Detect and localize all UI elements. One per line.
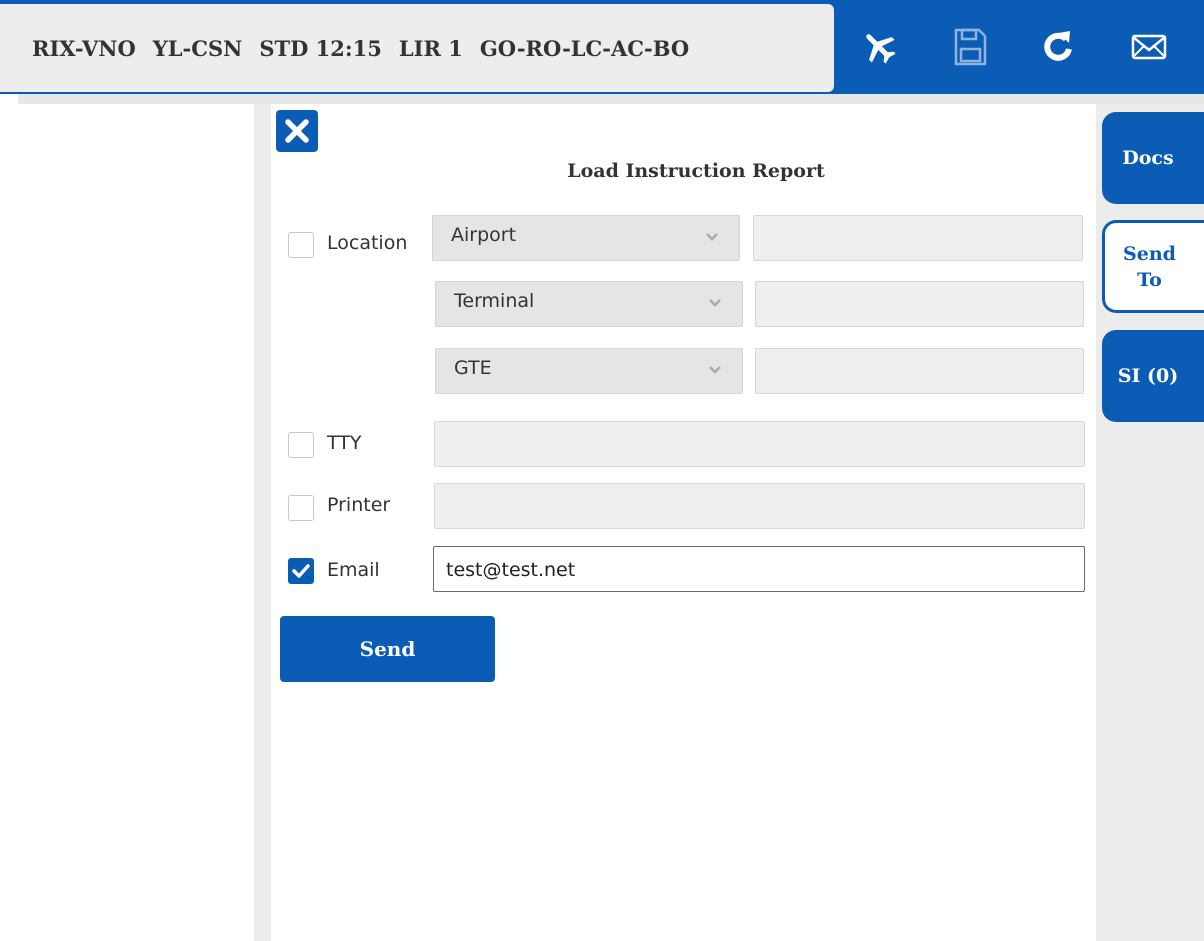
terminal-field[interactable] bbox=[755, 281, 1084, 327]
close-button[interactable] bbox=[276, 110, 318, 152]
left-pane bbox=[0, 104, 254, 941]
tab-send-to-label: Send To bbox=[1123, 242, 1176, 291]
airport-field[interactable] bbox=[753, 215, 1083, 261]
terminal-select[interactable]: Terminal bbox=[435, 281, 743, 327]
terminal-select-value: Terminal bbox=[454, 290, 535, 312]
gate-select-value: GTE bbox=[454, 357, 492, 379]
std-label: STD 12:15 bbox=[259, 35, 382, 61]
tab-si-label: SI (0) bbox=[1117, 365, 1179, 387]
save-icon[interactable] bbox=[947, 22, 993, 72]
email-label: Email bbox=[327, 559, 380, 581]
printer-label: Printer bbox=[327, 494, 391, 516]
refresh-icon[interactable] bbox=[1035, 22, 1081, 72]
plane-icon[interactable] bbox=[856, 22, 902, 72]
location-label: Location bbox=[327, 232, 408, 254]
email-field[interactable]: test@test.net bbox=[433, 546, 1085, 592]
tab-docs-label: Docs bbox=[1122, 147, 1174, 169]
gate-field[interactable] bbox=[755, 348, 1084, 394]
route-label: RIX-VNO bbox=[32, 35, 136, 61]
top-bar: RIX-VNO YL-CSN STD 12:15 LIR 1 GO-RO-LC-… bbox=[0, 0, 1204, 94]
gate-select[interactable]: GTE bbox=[435, 348, 743, 394]
lir-label: LIR 1 bbox=[398, 35, 463, 61]
send-button[interactable]: Send bbox=[280, 616, 495, 682]
tty-label: TTY bbox=[327, 432, 362, 454]
tty-checkbox[interactable] bbox=[288, 432, 314, 458]
location-checkbox[interactable] bbox=[288, 232, 314, 258]
chevron-down-icon bbox=[706, 233, 718, 241]
chevron-down-icon bbox=[709, 299, 721, 307]
tty-field[interactable] bbox=[434, 421, 1085, 467]
checkmark-icon bbox=[292, 564, 310, 578]
mail-icon[interactable] bbox=[1126, 22, 1172, 72]
tab-si[interactable]: SI (0) bbox=[1102, 330, 1204, 422]
form-title: Load Instruction Report bbox=[567, 160, 825, 182]
tab-send-to[interactable]: Send To bbox=[1102, 220, 1204, 313]
printer-checkbox[interactable] bbox=[288, 495, 314, 521]
status-chain-label: GO-RO-LC-AC-BO bbox=[479, 35, 690, 61]
airport-select[interactable]: Airport bbox=[432, 215, 740, 261]
registration-label: YL-CSN bbox=[152, 35, 243, 61]
flight-info-bar: RIX-VNO YL-CSN STD 12:15 LIR 1 GO-RO-LC-… bbox=[0, 4, 834, 92]
email-checkbox[interactable] bbox=[288, 558, 314, 584]
tab-docs[interactable]: Docs bbox=[1102, 112, 1204, 204]
header-divider bbox=[18, 94, 1204, 104]
chevron-down-icon bbox=[709, 366, 721, 374]
close-icon bbox=[285, 119, 309, 143]
left-divider bbox=[254, 104, 271, 941]
printer-field[interactable] bbox=[434, 483, 1085, 529]
airport-select-value: Airport bbox=[451, 224, 517, 246]
